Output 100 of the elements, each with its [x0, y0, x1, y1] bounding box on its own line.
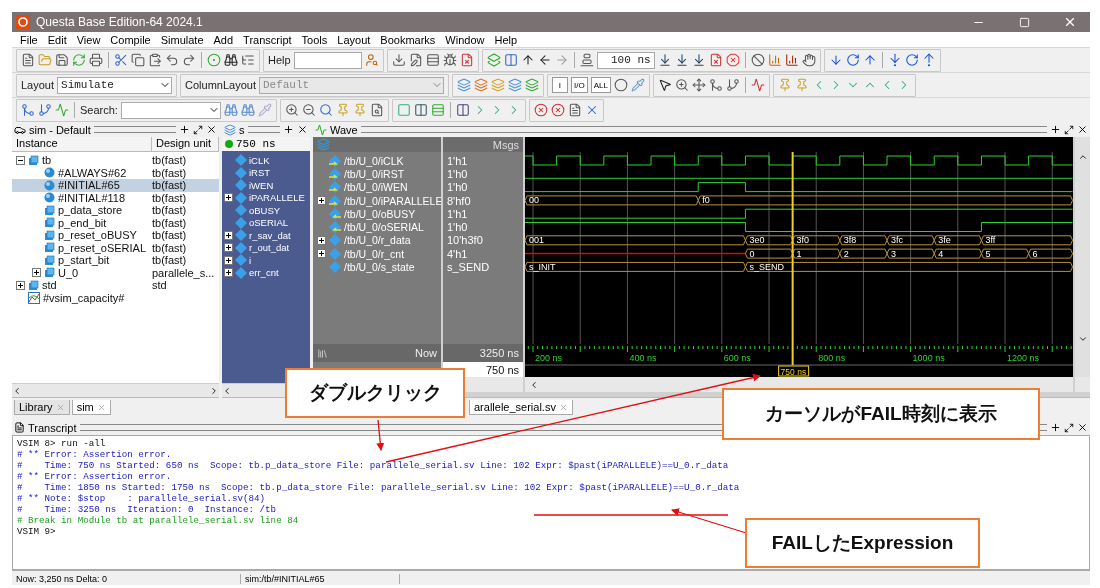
- list-icon[interactable]: [241, 53, 255, 67]
- chart-icon[interactable]: [784, 53, 799, 67]
- circle-icon[interactable]: [613, 78, 628, 92]
- expand-toggle[interactable]: [16, 280, 25, 290]
- close-icon[interactable]: [1077, 422, 1088, 433]
- search-icon[interactable]: [318, 103, 333, 117]
- rotate-icon[interactable]: [845, 53, 860, 67]
- expand-toggle[interactable]: [317, 196, 326, 206]
- collapse-toggle[interactable]: [16, 155, 25, 165]
- column-header[interactable]: Instance: [12, 137, 152, 151]
- menu-item[interactable]: Transcript: [238, 33, 297, 46]
- file-icon[interactable]: [567, 103, 582, 117]
- menu-item[interactable]: Edit: [42, 33, 72, 46]
- title-grip[interactable]: [93, 126, 176, 133]
- tree-row[interactable]: tb tb(fast): [12, 154, 219, 167]
- step-icon[interactable]: [691, 53, 706, 67]
- close-icon[interactable]: [1077, 124, 1088, 135]
- ban-icon[interactable]: [750, 53, 765, 67]
- layers-icon[interactable]: [486, 53, 501, 67]
- menu-item[interactable]: Tools: [296, 33, 333, 46]
- step-icon[interactable]: [674, 53, 689, 67]
- panel-tab[interactable]: sim: [71, 400, 111, 415]
- step-down-icon[interactable]: [887, 53, 902, 67]
- object-row[interactable]: iWEN: [222, 179, 310, 192]
- move-icon[interactable]: [691, 78, 706, 92]
- object-row[interactable]: oSERIAL: [222, 216, 310, 229]
- panel-tab[interactable]: Library: [14, 400, 70, 415]
- layers-icon[interactable]: [456, 78, 471, 92]
- undo-icon[interactable]: [165, 53, 179, 67]
- zoom-in-icon[interactable]: [284, 103, 299, 117]
- signal-row[interactable]: /tb/U_0/r_data: [317, 233, 441, 248]
- expand-toggle[interactable]: [224, 243, 233, 253]
- cut-icon[interactable]: [114, 53, 128, 67]
- merge-icon[interactable]: [708, 78, 723, 92]
- chart-icon[interactable]: [767, 53, 782, 67]
- column-header[interactable]: Design unit: [152, 137, 219, 151]
- pipette-icon[interactable]: [630, 78, 645, 92]
- tree-row[interactable]: p_start_bit tb(fast): [12, 254, 219, 267]
- object-row[interactable]: iRST: [222, 166, 310, 179]
- plus-icon[interactable]: [283, 124, 294, 135]
- search-field[interactable]: [120, 101, 221, 119]
- expand-toggle[interactable]: [32, 268, 41, 278]
- file-icon[interactable]: [21, 53, 35, 67]
- paste-icon[interactable]: [148, 53, 162, 67]
- object-row[interactable]: oBUSY: [222, 204, 310, 217]
- run-length-field[interactable]: 100 ns: [596, 51, 655, 69]
- expand-toggle[interactable]: [317, 235, 326, 245]
- maximize-icon[interactable]: [1018, 16, 1030, 28]
- expand-toggle[interactable]: [317, 249, 326, 259]
- hand-icon[interactable]: [801, 53, 816, 67]
- copy-icon[interactable]: [131, 53, 145, 67]
- menu-item[interactable]: Simulate: [155, 33, 209, 46]
- menu-item[interactable]: Window: [440, 33, 490, 46]
- branch-icon[interactable]: [38, 103, 52, 117]
- signal-icon[interactable]: [55, 103, 69, 117]
- scroll-left-icon[interactable]: [12, 385, 22, 396]
- delete-icon[interactable]: [533, 103, 548, 117]
- tree-row[interactable]: #vsim_capacity#: [12, 291, 219, 304]
- filter-button[interactable]: I: [551, 77, 568, 93]
- layers-icon[interactable]: [524, 78, 539, 92]
- zoom-out-icon[interactable]: [301, 103, 316, 117]
- stop-icon[interactable]: [725, 53, 740, 67]
- menu-item[interactable]: Compile: [105, 33, 156, 46]
- object-row[interactable]: r_sav_dat: [222, 229, 310, 242]
- scroll-left-icon[interactable]: [222, 385, 232, 396]
- tree-row[interactable]: p_reset_oSERIAL tb(fast): [12, 241, 219, 254]
- cursor-label[interactable]: 750 ns: [778, 365, 810, 377]
- layout-select[interactable]: Simulate: [57, 76, 173, 94]
- step-icon[interactable]: [657, 53, 672, 67]
- plus-icon[interactable]: [179, 124, 190, 135]
- expand-toggle[interactable]: [224, 255, 233, 265]
- download-icon[interactable]: [391, 53, 406, 67]
- merge-icon[interactable]: [21, 103, 35, 117]
- menu-item[interactable]: Add: [208, 33, 239, 46]
- file-edit-icon[interactable]: [408, 53, 423, 67]
- layers-icon[interactable]: [473, 78, 488, 92]
- rotate-icon[interactable]: [904, 53, 919, 67]
- close-icon[interactable]: [206, 124, 217, 135]
- title-grip[interactable]: [360, 126, 1047, 133]
- menu-item[interactable]: Bookmarks: [375, 33, 441, 46]
- object-row[interactable]: iCLK: [222, 154, 310, 167]
- redo-icon[interactable]: [182, 53, 196, 67]
- printer-icon[interactable]: [89, 53, 103, 67]
- undock-icon[interactable]: [1064, 124, 1074, 135]
- object-row[interactable]: err_cnt: [222, 266, 310, 279]
- cursor-line[interactable]: [791, 152, 794, 344]
- save-icon[interactable]: [55, 53, 69, 67]
- title-grip[interactable]: [247, 126, 280, 133]
- tree-row[interactable]: U_0 parallele_s...: [12, 266, 219, 279]
- close-icon[interactable]: [297, 124, 308, 135]
- menu-item[interactable]: Help: [489, 33, 523, 46]
- signal-row[interactable]: /tb/U_0/oSERIAL: [317, 220, 441, 234]
- undock-icon[interactable]: [1064, 422, 1074, 433]
- expand-toggle[interactable]: [224, 193, 233, 203]
- signal-row[interactable]: /tb/U_0/iWEN: [317, 180, 441, 194]
- layers-icon[interactable]: [507, 78, 522, 92]
- help-field[interactable]: [293, 51, 362, 69]
- file-delete-icon[interactable]: [708, 53, 723, 67]
- tree-row[interactable]: #ALWAYS#62 tb(fast): [12, 166, 219, 179]
- rows-icon[interactable]: [425, 53, 440, 67]
